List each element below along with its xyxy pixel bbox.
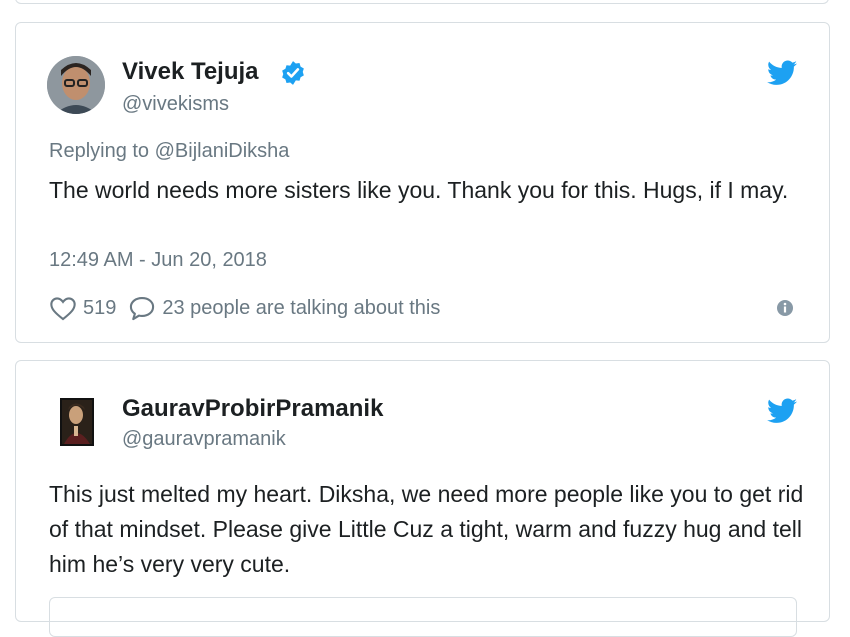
twitter-bird-icon[interactable] [767, 398, 797, 424]
author-handle[interactable]: @gauravpramanik [122, 427, 286, 451]
timestamp[interactable]: 12:49 AM - Jun 20, 2018 [49, 249, 267, 272]
replying-to[interactable]: Replying to @BijlaniDiksha [49, 140, 289, 163]
avatar[interactable] [47, 56, 105, 114]
author-name[interactable]: Vivek Tejuja [122, 58, 259, 86]
talking-count[interactable]: 23 people are talking about this [162, 297, 440, 320]
like-count[interactable]: 519 [83, 297, 116, 320]
tweet-card[interactable]: Vivek Tejuja @vivekisms Replying to @Bij… [15, 22, 830, 343]
info-icon[interactable] [776, 299, 794, 317]
comment-icon[interactable] [128, 295, 156, 321]
twitter-bird-icon[interactable] [767, 60, 797, 86]
quoted-media-box[interactable] [49, 597, 797, 637]
heart-icon[interactable] [49, 295, 77, 321]
author-handle[interactable]: @vivekisms [122, 92, 229, 116]
tweet-text: This just melted my heart. Diksha, we ne… [49, 481, 804, 577]
avatar[interactable] [60, 398, 94, 446]
verified-icon [282, 61, 304, 85]
tweet-actions: 519 23 people are talking about this [49, 293, 440, 323]
tweet-text: The world needs more sisters like you. T… [49, 177, 789, 203]
author-name[interactable]: GauravProbirPramanik [122, 395, 383, 423]
tweet-card[interactable]: GauravProbirPramanik @gauravpramanik Thi… [15, 360, 830, 637]
previous-tweet-card-edge [15, 0, 829, 4]
